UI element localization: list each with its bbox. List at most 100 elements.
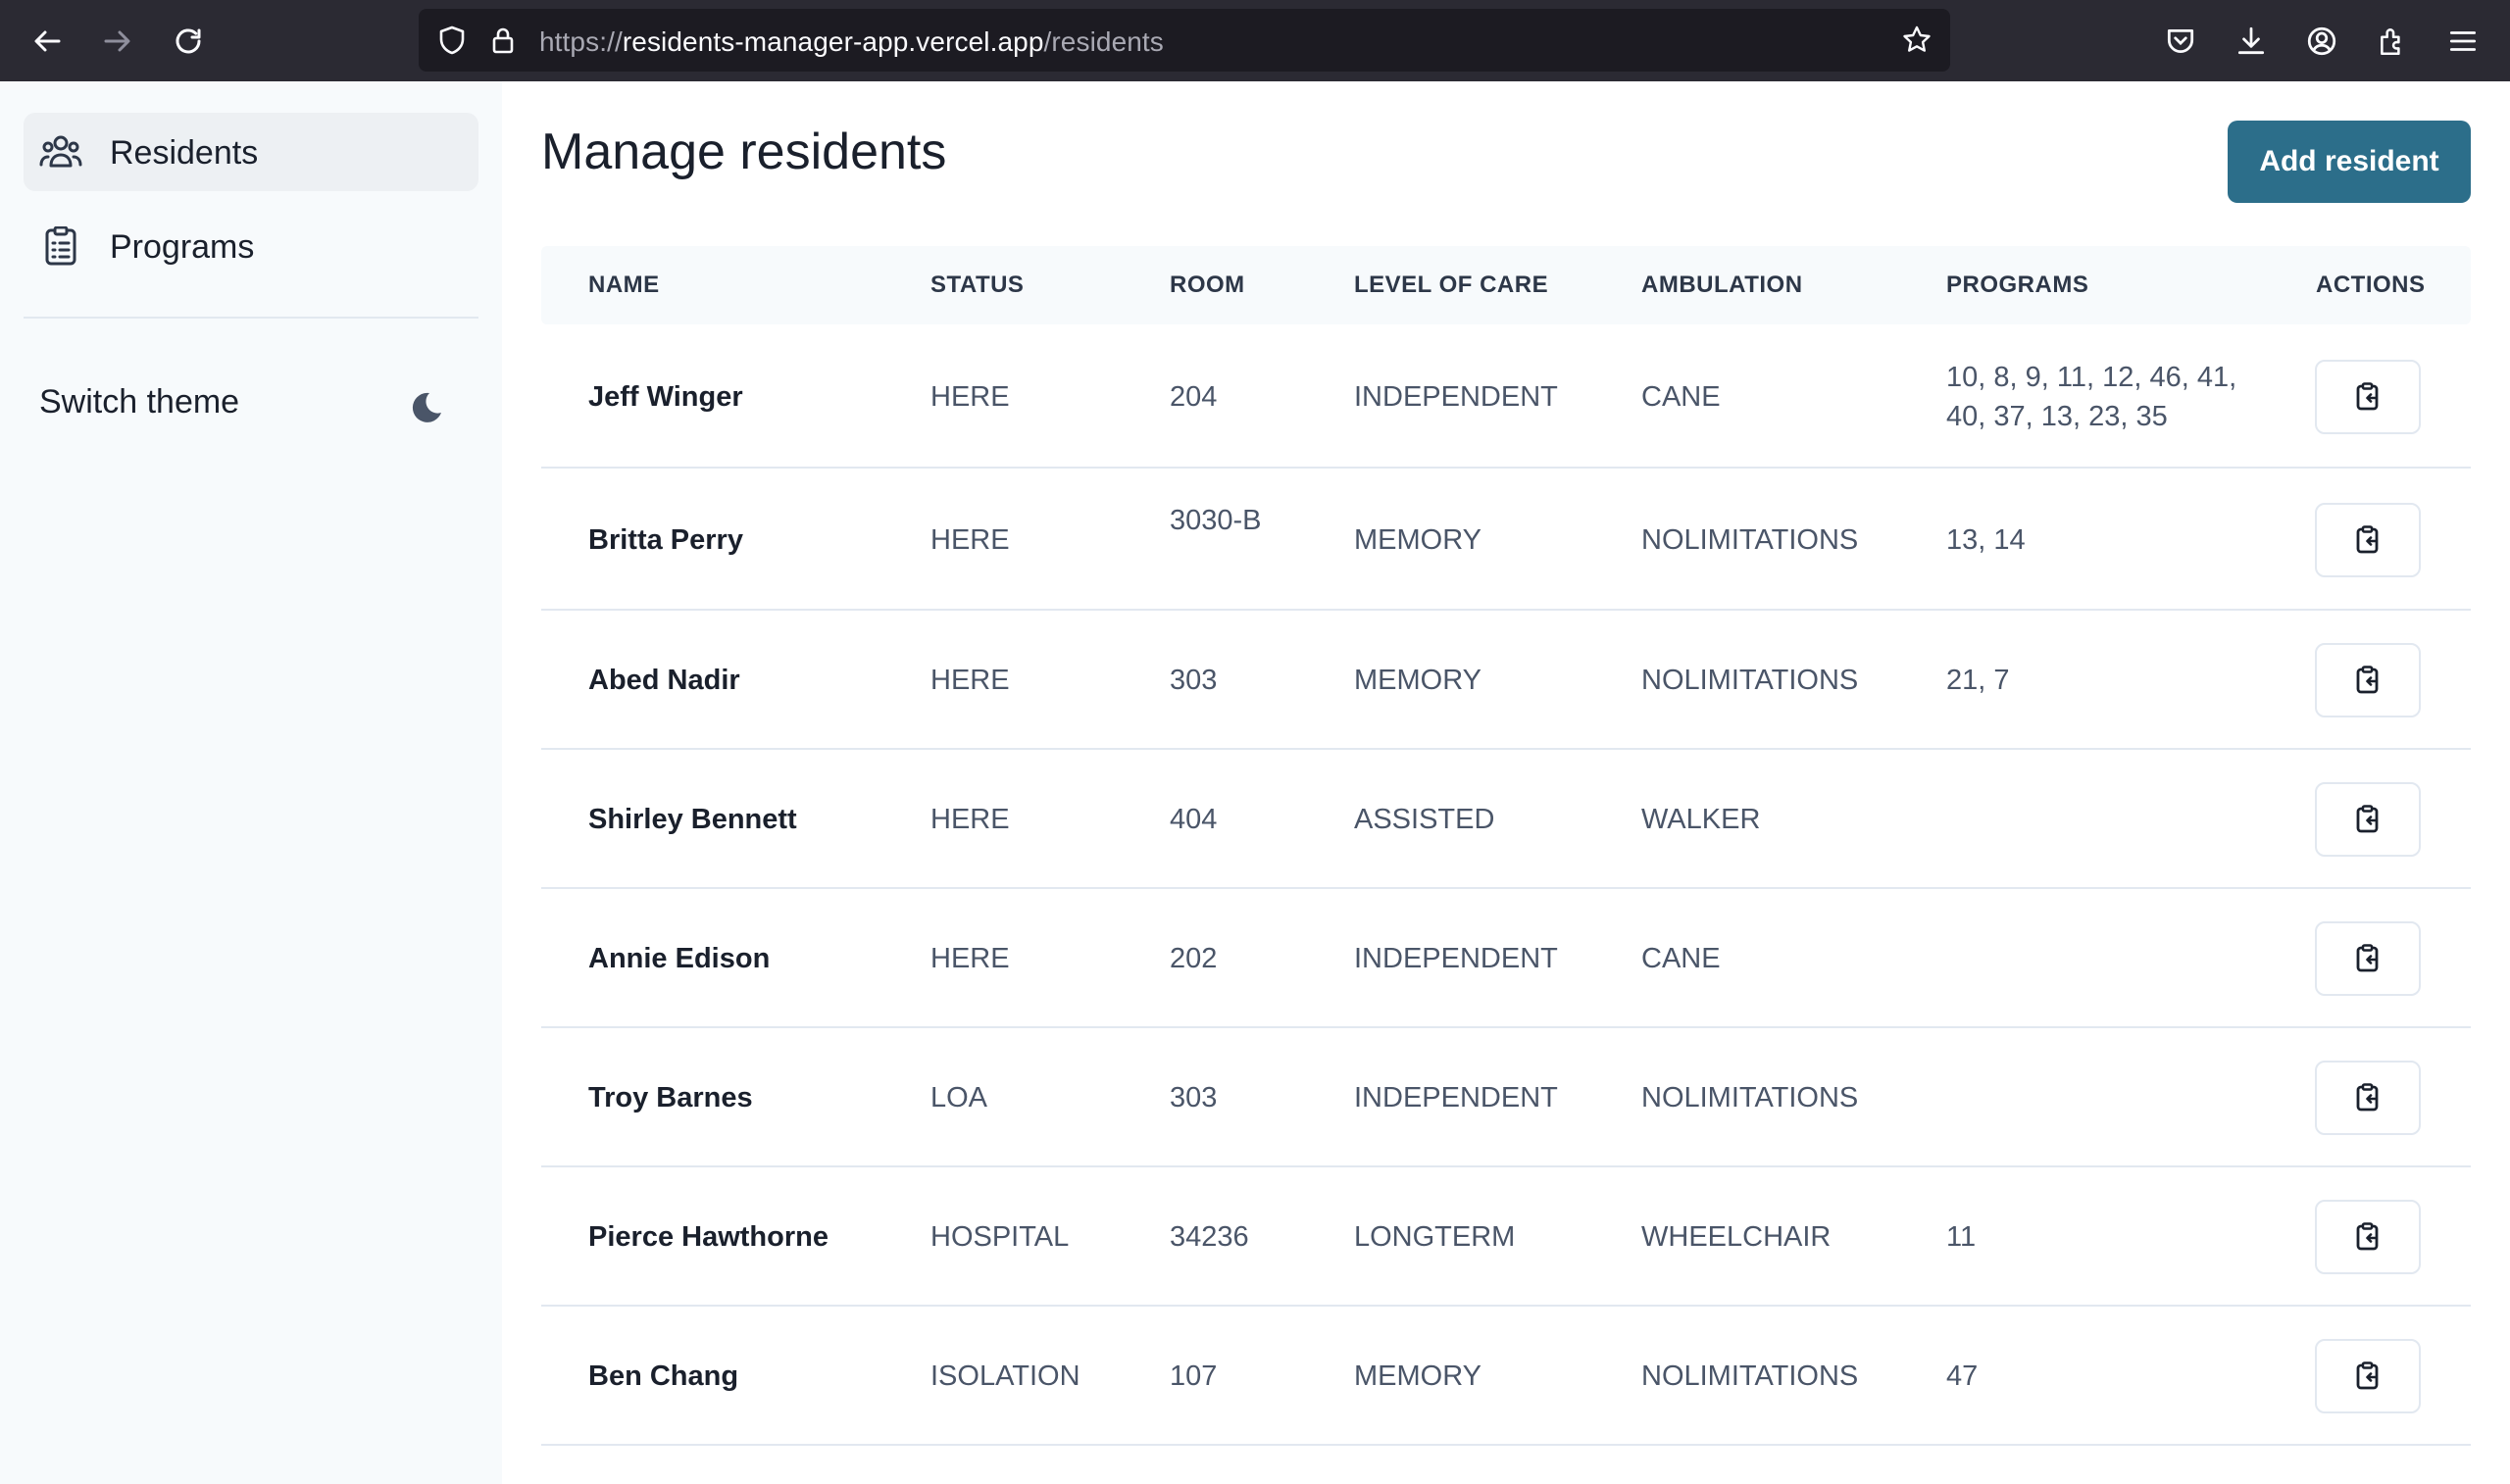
switch-theme-label: Switch theme [39,383,240,420]
clipboard-copy-icon [2354,1083,2382,1113]
cell-room: 34236 [1170,1221,1249,1253]
cell-level: LONGTERM [1354,1221,1516,1253]
main-content: Manage residents Add resident NAME STATU… [502,81,2510,1484]
cell-name: Pierce Hawthorne [588,1221,828,1253]
shield-icon[interactable] [436,25,468,56]
lock-icon[interactable] [487,25,519,56]
cell-status: HERE [930,665,1010,696]
cell-ambulation: NOLIMITATIONS [1641,1360,1859,1392]
page-title: Manage residents [541,124,947,180]
column-header-name: NAME [588,272,660,298]
sidebar: Residents Programs Switch theme [0,81,502,1484]
table-row: Britta Perry HERE 3030-B MEMORY NOLIMITATION… [541,469,2471,611]
url-text[interactable]: https://residents-manager-app.vercel.app… [539,26,1164,58]
cell-name: Britta Perry [588,524,743,556]
cell-room: 107 [1170,1360,1218,1392]
cell-name: Abed Nadir [588,665,740,696]
cell-room: 204 [1170,381,1218,413]
moon-icon[interactable] [400,383,447,430]
cell-programs: 47 [1946,1360,1979,1392]
copy-resident-button[interactable] [2315,360,2421,434]
sidebar-item-label: Residents [110,134,259,172]
table-row: Troy Barnes LOA 303 INDEPENDENT NOLIMITATION… [541,1028,2471,1167]
table-row: Annie Edison HERE 202 INDEPENDENT CANE [541,889,2471,1028]
sidebar-divider [24,317,478,319]
cell-level: ASSISTED [1354,804,1495,835]
pocket-icon[interactable] [2161,22,2200,61]
cell-room: 303 [1170,665,1218,696]
table-header: NAME STATUS ROOM LEVEL OF CARE AMBULATIO… [541,246,2471,324]
cell-ambulation: CANE [1641,943,1721,974]
copy-resident-button[interactable] [2315,1200,2421,1274]
cell-status: HERE [930,524,1010,556]
cell-status: LOA [930,1082,988,1113]
back-arrow-icon[interactable] [25,20,69,63]
copy-resident-button[interactable] [2315,643,2421,717]
users-icon [39,132,82,172]
column-header-level-of-care: LEVEL OF CARE [1354,272,1549,298]
table-row: Abed Nadir HERE 303 MEMORY NOLIMITATIONS 21, … [541,611,2471,750]
table-row: Shirley Bennett HERE 404 ASSISTED WALKER [541,750,2471,889]
menu-icon[interactable] [2443,22,2483,61]
copy-resident-button[interactable] [2315,1061,2421,1135]
cell-room: 303 [1170,1082,1218,1113]
sidebar-item-label: Programs [110,228,255,266]
cell-programs: 21, 7 [1946,665,2010,696]
cell-ambulation: CANE [1641,381,1721,413]
copy-resident-button[interactable] [2315,503,2421,577]
cell-level: INDEPENDENT [1354,1082,1558,1113]
cell-ambulation: NOLIMITATIONS [1641,1082,1859,1113]
add-resident-button[interactable]: Add resident [2228,121,2471,203]
cell-room: 404 [1170,804,1218,835]
copy-resident-button[interactable] [2315,782,2421,857]
clipboard-copy-icon [2354,666,2382,695]
bookmark-star-icon[interactable] [1901,25,1933,56]
cell-name: Annie Edison [588,943,771,974]
sidebar-item-programs[interactable]: Programs [24,207,478,285]
extensions-icon[interactable] [2373,22,2412,61]
table-row: Pierce Hawthorne HOSPITAL 34236 LONGTERM WHE… [541,1167,2471,1307]
copy-resident-button[interactable] [2315,1339,2421,1413]
reload-icon[interactable] [167,20,210,63]
cell-status: HERE [930,381,1010,413]
cell-ambulation: WALKER [1641,804,1761,835]
cell-name: Ben Chang [588,1360,739,1392]
sidebar-item-residents[interactable]: Residents [24,113,478,191]
column-header-room: ROOM [1170,272,1245,298]
cell-name: Shirley Bennett [588,804,797,835]
clipboard-list-icon [39,225,82,266]
column-header-ambulation: AMBULATION [1641,272,1803,298]
browser-toolbar: https://residents-manager-app.vercel.app… [0,0,2510,81]
cell-room: 3030-B [1170,505,1262,536]
cell-programs: 13, 14 [1946,524,2026,556]
column-header-actions: ACTIONS [2316,272,2426,298]
account-icon[interactable] [2302,22,2341,61]
cell-ambulation: NOLIMITATIONS [1641,665,1859,696]
address-bar[interactable]: https://residents-manager-app.vercel.app… [419,9,1950,72]
clipboard-copy-icon [2354,382,2382,412]
url-host: residents-manager-app.vercel.app [622,26,1044,57]
cell-programs: 11 [1946,1221,1977,1253]
table-row: Ben Chang ISOLATION 107 MEMORY NOLIMITATIONS… [541,1307,2471,1446]
column-header-programs: PROGRAMS [1946,272,2089,298]
cell-status: HERE [930,943,1010,974]
cell-level: MEMORY [1354,665,1481,696]
cell-ambulation: NOLIMITATIONS [1641,524,1859,556]
cell-name: Jeff Winger [588,381,743,413]
cell-level: MEMORY [1354,1360,1481,1392]
cell-ambulation: WHEELCHAIR [1641,1221,1832,1253]
column-header-status: STATUS [930,272,1025,298]
forward-arrow-icon[interactable] [96,20,139,63]
url-path: /residents [1043,26,1164,57]
url-scheme: https:// [539,26,623,57]
cell-level: INDEPENDENT [1354,943,1558,974]
clipboard-copy-icon [2354,1361,2382,1391]
cell-level: INDEPENDENT [1354,381,1558,413]
table-row: Jeff Winger HERE 204 INDEPENDENT CANE 10, 8, … [541,324,2471,469]
download-icon[interactable] [2232,22,2271,61]
cell-room: 202 [1170,943,1218,974]
clipboard-copy-icon [2354,525,2382,555]
clipboard-copy-icon [2354,1222,2382,1252]
copy-resident-button[interactable] [2315,921,2421,996]
cell-name: Troy Barnes [588,1082,753,1113]
